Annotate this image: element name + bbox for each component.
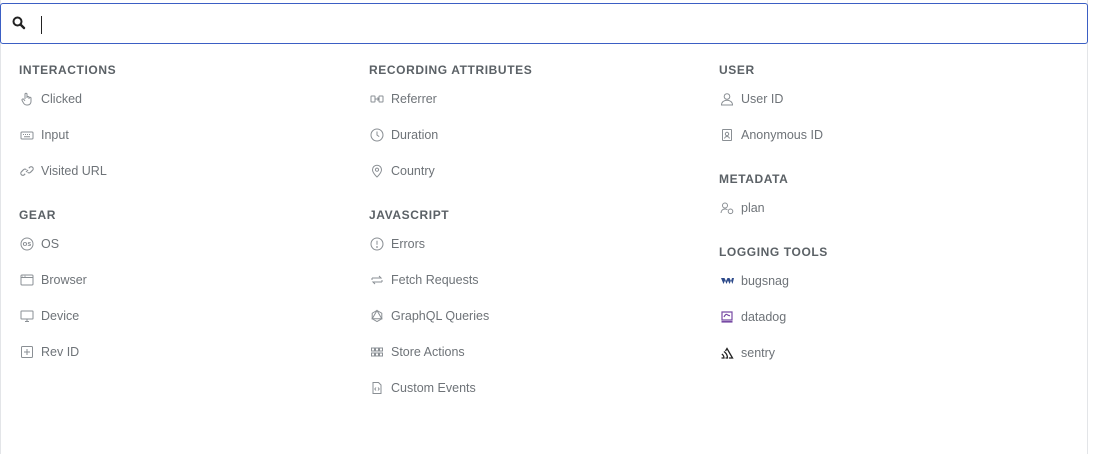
heading-javascript: JAVASCRIPT xyxy=(369,208,450,222)
monitor-icon xyxy=(19,308,35,324)
filter-item-os[interactable]: OS OS xyxy=(19,226,349,262)
filter-item-label: Duration xyxy=(391,128,439,142)
clock-icon xyxy=(369,127,385,143)
link-icon xyxy=(19,163,35,179)
os-icon: OS xyxy=(19,236,35,252)
filter-item-label: datadog xyxy=(741,310,787,324)
filter-item-rev-id[interactable]: Rev ID xyxy=(19,334,349,370)
filter-item-label: Input xyxy=(41,128,69,142)
filter-item-label: GraphQL Queries xyxy=(391,309,490,323)
column-1: INTERACTIONS Clicked Input Visited URL G… xyxy=(19,44,349,370)
filter-item-label: Errors xyxy=(391,237,426,251)
code-file-icon xyxy=(369,380,385,396)
filter-item-label: Custom Events xyxy=(391,381,476,395)
heading-user: USER xyxy=(719,63,755,77)
bugsnag-logo-icon xyxy=(719,273,735,289)
column-3: USER User ID Anonymous ID METADATA plan … xyxy=(719,44,1049,371)
filter-item-clicked[interactable]: Clicked xyxy=(19,81,349,117)
filter-item-datadog[interactable]: datadog xyxy=(719,299,1049,335)
heading-gear: GEAR xyxy=(19,208,57,222)
filter-item-plan[interactable]: plan xyxy=(719,190,1049,226)
filter-item-fetch-requests[interactable]: Fetch Requests xyxy=(369,262,699,298)
filter-item-country[interactable]: Country xyxy=(369,153,699,189)
sentry-logo-icon xyxy=(719,345,735,361)
heading-logging-tools: LOGGING TOOLS xyxy=(719,245,828,259)
heading-recording-attributes: RECORDING ATTRIBUTES xyxy=(369,63,533,77)
heading-interactions: INTERACTIONS xyxy=(19,63,117,77)
svg-text:OS: OS xyxy=(23,242,32,248)
filter-item-visited-url[interactable]: Visited URL xyxy=(19,153,349,189)
filter-item-device[interactable]: Device xyxy=(19,298,349,334)
filter-item-label: Referrer xyxy=(391,92,437,106)
text-caret xyxy=(41,16,42,34)
referrer-icon xyxy=(369,91,385,107)
filter-item-errors[interactable]: Errors xyxy=(369,226,699,262)
user-tag-icon xyxy=(719,200,735,216)
user-icon xyxy=(719,91,735,107)
pointer-hand-icon xyxy=(19,91,35,107)
graphql-icon xyxy=(369,308,385,324)
filter-item-graphql-queries[interactable]: GraphQL Queries xyxy=(369,298,699,334)
filter-item-label: Visited URL xyxy=(41,164,107,178)
filter-item-input[interactable]: Input xyxy=(19,117,349,153)
column-2: RECORDING ATTRIBUTES Referrer Duration C… xyxy=(369,44,699,406)
browser-window-icon xyxy=(19,272,35,288)
filter-item-label: User ID xyxy=(741,92,784,106)
id-badge-icon xyxy=(719,127,735,143)
heading-metadata: METADATA xyxy=(719,172,789,186)
filter-item-sentry[interactable]: sentry xyxy=(719,335,1049,371)
map-pin-icon xyxy=(369,163,385,179)
filter-item-store-actions[interactable]: Store Actions xyxy=(369,334,699,370)
filter-item-label: sentry xyxy=(741,346,776,360)
filter-item-duration[interactable]: Duration xyxy=(369,117,699,153)
filter-item-label: Clicked xyxy=(41,92,82,106)
search-icon xyxy=(11,15,27,31)
filter-item-custom-events[interactable]: Custom Events xyxy=(369,370,699,406)
filter-item-label: Device xyxy=(41,309,80,323)
filter-item-bugsnag[interactable]: bugsnag xyxy=(719,263,1049,299)
filter-item-label: Fetch Requests xyxy=(391,273,479,287)
filter-item-anonymous-id[interactable]: Anonymous ID xyxy=(719,117,1049,153)
rev-id-icon xyxy=(19,344,35,360)
filter-item-label: Store Actions xyxy=(391,345,465,359)
error-circle-icon xyxy=(369,236,385,252)
filter-item-label: plan xyxy=(741,201,765,215)
filter-item-user-id[interactable]: User ID xyxy=(719,81,1049,117)
filter-item-referrer[interactable]: Referrer xyxy=(369,81,699,117)
filter-item-label: Country xyxy=(391,164,435,178)
filter-item-label: Anonymous ID xyxy=(741,128,823,142)
filter-item-browser[interactable]: Browser xyxy=(19,262,349,298)
search-input[interactable] xyxy=(39,12,1069,36)
keyboard-icon xyxy=(19,127,35,143)
datadog-logo-icon xyxy=(719,309,735,325)
fetch-arrows-icon xyxy=(369,272,385,288)
filter-item-label: bugsnag xyxy=(741,274,789,288)
filter-item-label: OS xyxy=(41,237,60,251)
filter-item-label: Browser xyxy=(41,273,87,287)
search-box[interactable] xyxy=(0,3,1088,44)
filter-item-label: Rev ID xyxy=(41,345,80,359)
store-actions-icon xyxy=(369,344,385,360)
